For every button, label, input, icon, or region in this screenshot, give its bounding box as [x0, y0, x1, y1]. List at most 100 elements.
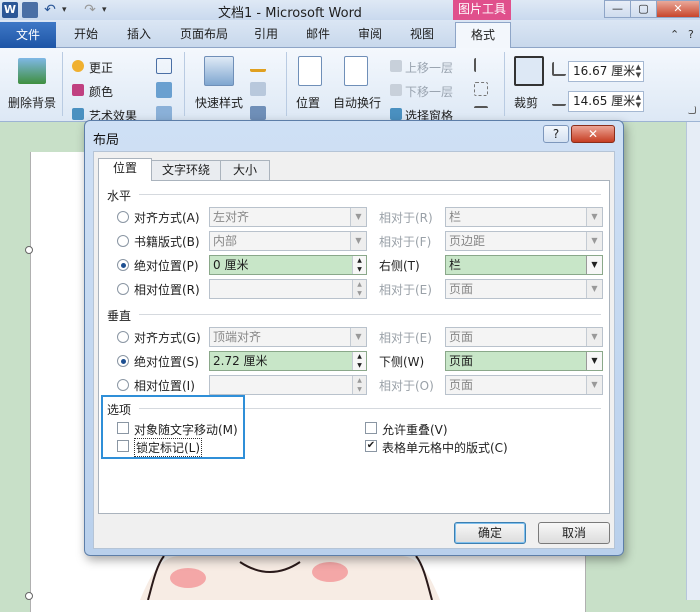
cartoon-picture[interactable] — [140, 556, 440, 600]
horizontal-alignment-relative-select[interactable]: 栏 ▼ — [445, 207, 603, 227]
horizontal-alignment-select[interactable]: 左对齐 ▼ — [209, 207, 367, 227]
spin-arrows-icon[interactable]: ▲ ▼ — [352, 256, 366, 274]
cancel-button[interactable]: 取消 — [538, 522, 610, 544]
vertical-absolute-relative-select[interactable]: 页面 ▼ — [445, 351, 603, 371]
tab-insert[interactable]: 插入 — [127, 25, 151, 42]
vertical-scrollbar[interactable] — [686, 122, 700, 600]
wrap-text-button[interactable]: 自动换行 — [333, 94, 381, 111]
tab-size[interactable]: 大小 — [220, 160, 270, 180]
spin-arrows-icon[interactable]: ▲ ▼ — [352, 280, 366, 298]
tab-references[interactable]: 引用 — [254, 25, 278, 42]
remove-background-button[interactable]: 删除背景 — [8, 94, 56, 111]
quick-styles-button[interactable]: 快速样式 — [195, 94, 243, 111]
word-logo-icon[interactable]: W — [2, 2, 18, 18]
chevron-down-icon[interactable]: ▼ — [586, 328, 602, 346]
book-layout-relative-select[interactable]: 页边距 ▼ — [445, 231, 603, 251]
horizontal-alignment-row: 对齐方式(A) 左对齐 ▼ 相对于(R) 栏 ▼ — [117, 207, 607, 227]
book-layout-select[interactable]: 内部 ▼ — [209, 231, 367, 251]
remove-background-icon[interactable] — [18, 58, 46, 84]
minimize-button[interactable]: — — [604, 0, 631, 18]
horizontal-absolute-relative-select[interactable]: 栏 ▼ — [445, 255, 603, 275]
corrections-icon[interactable] — [72, 60, 84, 72]
tab-position[interactable]: 位置 — [98, 158, 152, 181]
size-dialog-launcher-icon[interactable] — [688, 106, 696, 114]
bring-forward-button[interactable]: 上移一层 — [405, 59, 453, 76]
quick-styles-icon[interactable] — [204, 56, 234, 86]
change-picture-icon[interactable] — [156, 82, 172, 98]
compress-pictures-icon[interactable] — [156, 58, 172, 74]
chevron-down-icon[interactable]: ▼ — [350, 208, 366, 226]
crop-icon[interactable] — [514, 56, 544, 86]
save-icon[interactable] — [22, 2, 38, 18]
help-icon[interactable]: ? — [688, 28, 694, 41]
chevron-down-icon[interactable]: ▼ — [586, 256, 602, 274]
tab-home[interactable]: 开始 — [74, 25, 98, 42]
group-icon[interactable] — [474, 82, 488, 96]
horizontal-absolute-input[interactable]: 0 厘米 ▲ ▼ — [209, 255, 367, 275]
wrap-text-icon[interactable] — [344, 56, 368, 86]
align-icon[interactable] — [474, 58, 488, 72]
send-backward-button[interactable]: 下移一层 — [405, 83, 453, 100]
chevron-down-icon[interactable]: ▼ — [586, 232, 602, 250]
chevron-down-icon[interactable]: ▼ — [586, 376, 602, 394]
ribbon-minimize-icon[interactable]: ⌃ — [670, 28, 679, 41]
rotate-icon[interactable] — [474, 106, 488, 120]
corrections-button[interactable]: 更正 — [89, 59, 113, 76]
shape-width-input[interactable]: 14.65 厘米 ▲ ▼ — [568, 91, 644, 112]
undo-icon[interactable]: ↶ — [42, 2, 58, 18]
position-button[interactable]: 位置 — [296, 94, 320, 111]
redo-icon[interactable]: ↷ — [82, 2, 98, 18]
picture-effects-icon[interactable] — [250, 82, 266, 96]
spin-arrows-icon[interactable]: ▲ ▼ — [352, 352, 366, 370]
shape-height-input[interactable]: 16.67 厘米 ▲ ▼ — [568, 61, 644, 82]
horizontal-relative-relative-select[interactable]: 页面 ▼ — [445, 279, 603, 299]
tab-mailings[interactable]: 邮件 — [306, 25, 330, 42]
chevron-down-icon[interactable]: ▼ — [586, 208, 602, 226]
horizontal-relative-radio[interactable] — [117, 283, 129, 295]
vertical-alignment-radio[interactable] — [117, 331, 129, 343]
horizontal-absolute-radio[interactable] — [117, 259, 129, 271]
crop-button[interactable]: 裁剪 — [514, 94, 538, 111]
customize-qat-icon[interactable]: ▾ — [102, 2, 118, 18]
picture-layout-icon[interactable] — [250, 106, 266, 120]
selection-pane-icon[interactable] — [390, 108, 402, 120]
vertical-relative-radio[interactable] — [117, 379, 129, 391]
artistic-effects-icon[interactable] — [72, 108, 84, 120]
chevron-down-icon[interactable]: ▼ — [350, 232, 366, 250]
height-spin-arrows-icon[interactable]: ▲ ▼ — [636, 63, 641, 79]
tab-view[interactable]: 视图 — [410, 25, 434, 42]
tab-text-wrapping[interactable]: 文字环绕 — [151, 160, 221, 180]
tab-format[interactable]: 格式 — [455, 22, 511, 50]
position-icon[interactable] — [298, 56, 322, 86]
picture-border-icon[interactable] — [250, 58, 266, 72]
close-window-button[interactable]: ✕ — [656, 0, 700, 18]
selection-handle[interactable] — [25, 246, 33, 254]
vertical-absolute-input[interactable]: 2.72 厘米 ▲ ▼ — [209, 351, 367, 371]
layout-in-cell-checkbox[interactable]: ✔ — [365, 440, 377, 452]
allow-overlap-checkbox[interactable] — [365, 422, 377, 434]
dialog-help-button[interactable]: ? — [543, 125, 569, 143]
ok-button[interactable]: 确定 — [454, 522, 526, 544]
vertical-relative-input[interactable]: ▲ ▼ — [209, 375, 367, 395]
spin-arrows-icon[interactable]: ▲ ▼ — [352, 376, 366, 394]
book-layout-radio[interactable] — [117, 235, 129, 247]
chevron-down-icon[interactable]: ▼ — [586, 280, 602, 298]
tab-page-layout[interactable]: 页面布局 — [180, 25, 228, 42]
dialog-close-button[interactable]: ✕ — [571, 125, 615, 143]
vertical-alignment-relative-select[interactable]: 页面 ▼ — [445, 327, 603, 347]
horizontal-relative-input[interactable]: ▲ ▼ — [209, 279, 367, 299]
tab-review[interactable]: 审阅 — [358, 25, 382, 42]
color-button[interactable]: 颜色 — [89, 83, 113, 100]
color-icon[interactable] — [72, 84, 84, 96]
vertical-relative-relative-select[interactable]: 页面 ▼ — [445, 375, 603, 395]
horizontal-alignment-radio[interactable] — [117, 211, 129, 223]
chevron-down-icon[interactable]: ▼ — [586, 352, 602, 370]
tab-file[interactable]: 文件 — [0, 22, 56, 48]
maximize-button[interactable]: ▢ — [630, 0, 657, 18]
chevron-down-icon[interactable]: ▼ — [350, 328, 366, 346]
undo-dropdown-icon[interactable]: ▾ — [62, 2, 78, 18]
vertical-absolute-radio[interactable] — [117, 355, 129, 367]
vertical-alignment-select[interactable]: 顶端对齐 ▼ — [209, 327, 367, 347]
selection-handle[interactable] — [25, 592, 33, 600]
width-spin-arrows-icon[interactable]: ▲ ▼ — [636, 93, 641, 109]
